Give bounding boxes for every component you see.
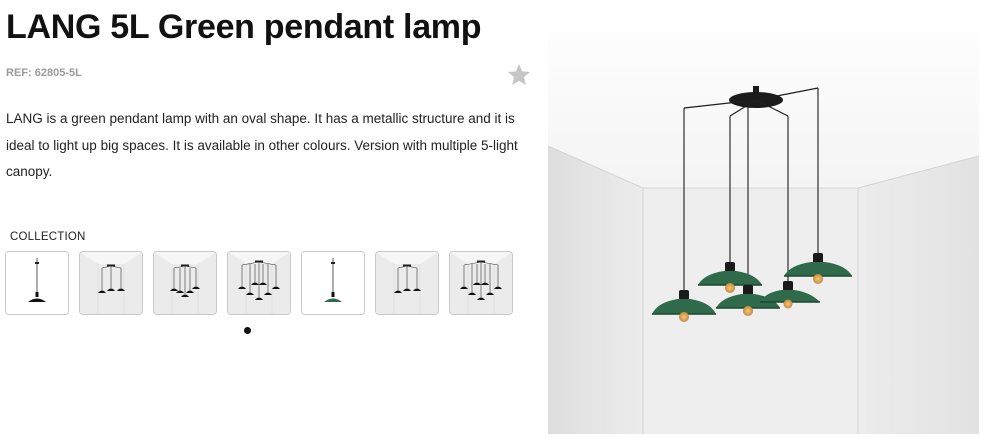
collection-label: COLLECTION xyxy=(10,231,86,243)
collection-thumbnail[interactable] xyxy=(375,251,439,315)
collection-thumbnail[interactable] xyxy=(79,251,143,315)
product-title: LANG 5L Green pendant lamp xyxy=(6,8,482,46)
carousel-dot[interactable] xyxy=(244,327,251,334)
product-description: LANG is a green pendant lamp with an ova… xyxy=(6,111,518,179)
star-icon[interactable] xyxy=(506,62,532,88)
product-reference: REF: 62805-5L xyxy=(6,67,82,79)
product-image xyxy=(548,6,979,434)
collection-thumbnail[interactable] xyxy=(153,251,217,315)
collection-thumbnail[interactable] xyxy=(5,251,69,315)
collection-thumbnail[interactable] xyxy=(227,251,291,315)
collection-thumbnail[interactable] xyxy=(301,251,365,315)
collection-thumbnail[interactable] xyxy=(449,251,513,315)
